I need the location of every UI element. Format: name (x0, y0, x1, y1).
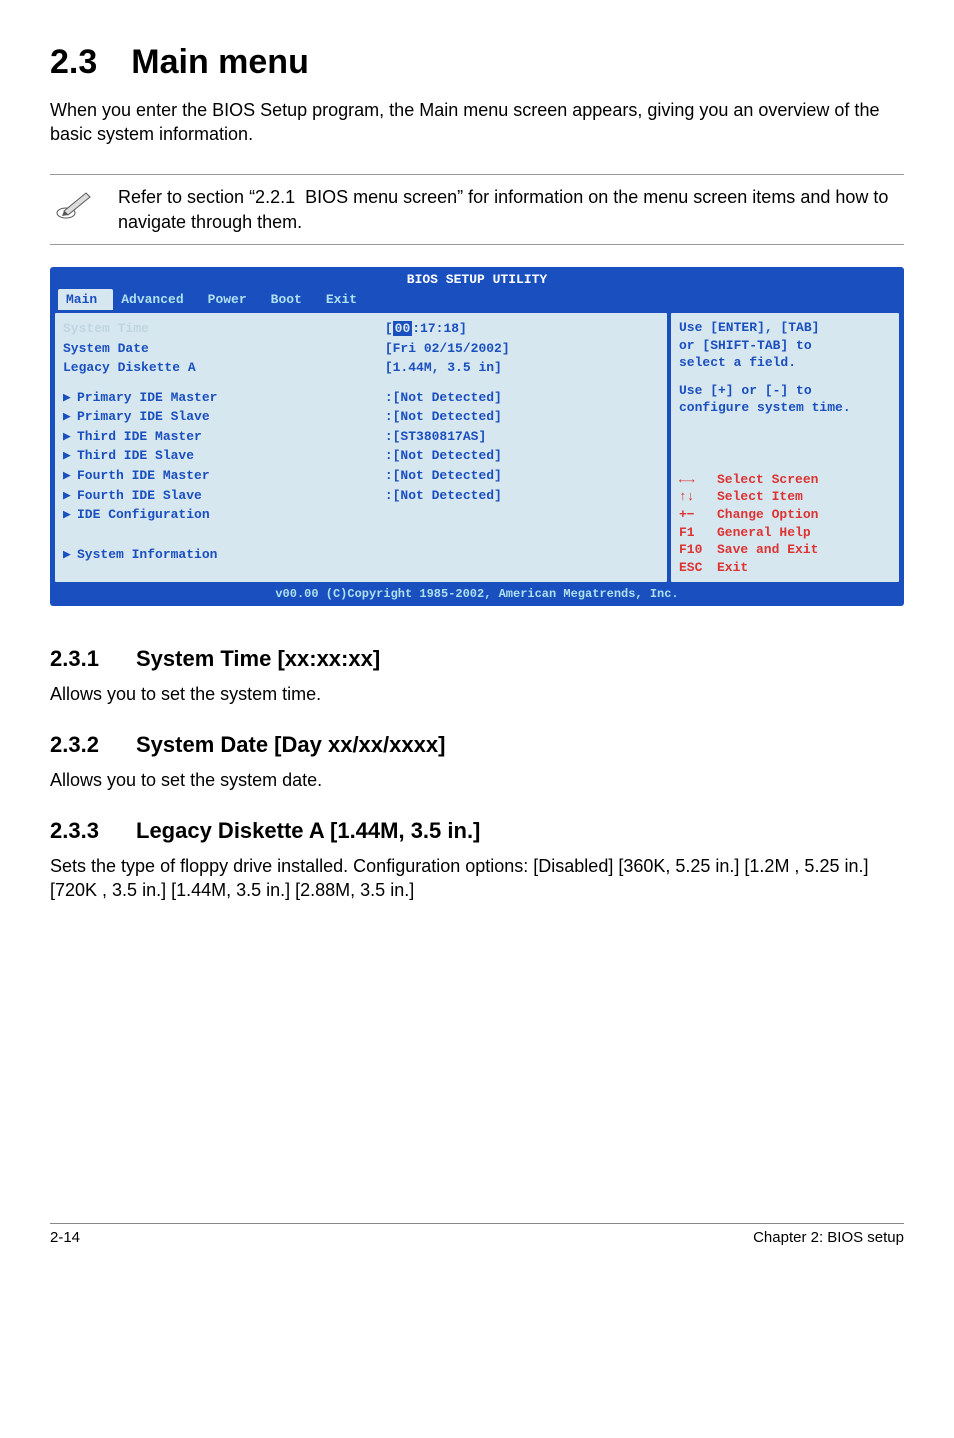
caret-icon: ▶ (63, 389, 77, 407)
bios-screenshot: BIOS SETUP UTILITY Main Advanced Power B… (50, 267, 904, 606)
section-heading: 2.3.1 System Time [xx:xx:xx] (50, 644, 904, 674)
page-title: 2.3 Main menu (50, 40, 904, 86)
bios-help-panel: Use [ENTER], [TAB] or [SHIFT-TAB] to sel… (670, 312, 900, 583)
caret-icon: ▶ (63, 428, 77, 446)
caret-icon: ▶ (63, 447, 77, 465)
caret-icon: ▶ (63, 408, 77, 426)
bios-tabs: Main Advanced Power Boot Exit (52, 289, 902, 313)
bios-header: BIOS SETUP UTILITY (52, 269, 902, 289)
key-esc: ESC (679, 559, 717, 577)
value-fourth-ide-master: :[Not Detected] (385, 467, 659, 485)
key-plus-minus-icon: +− (679, 506, 717, 524)
tab-power[interactable]: Power (200, 289, 263, 311)
value-primary-ide-master: :[Not Detected] (385, 389, 659, 407)
section-title: System Date [Day xx/xx/xxxx] (136, 730, 445, 760)
field-system-date-value[interactable]: [Fri 02/15/2002] (385, 340, 659, 358)
section-number: 2.3.3 (50, 816, 136, 846)
section-heading: 2.3.2 System Date [Day xx/xx/xxxx] (50, 730, 904, 760)
key-exit: Exit (717, 559, 748, 577)
section-number: 2.3.1 (50, 644, 136, 674)
caret-icon: ▶ (63, 506, 77, 524)
field-legacy-diskette-value[interactable]: [1.44M, 3.5 in] (385, 359, 659, 377)
item-fourth-ide-slave[interactable]: Fourth IDE Slave (77, 487, 202, 505)
help-line: Use [+] or [-] to (679, 382, 891, 400)
chapter-label: Chapter 2: BIOS setup (753, 1228, 904, 1248)
key-arrows-ud-icon: ↑↓ (679, 488, 717, 506)
page-footer: 2-14 Chapter 2: BIOS setup (50, 1223, 904, 1248)
field-legacy-diskette-label: Legacy Diskette A (63, 359, 385, 377)
page-number: 2-14 (50, 1228, 80, 1248)
section-body: Allows you to set the system time. (50, 682, 904, 706)
value-fourth-ide-slave: :[Not Detected] (385, 487, 659, 505)
tab-advanced[interactable]: Advanced (113, 289, 199, 311)
tab-exit[interactable]: Exit (318, 289, 373, 311)
key-f1: F1 (679, 524, 717, 542)
note-box: Refer to section “2.2.1 BIOS menu screen… (50, 174, 904, 245)
key-change-option: Change Option (717, 506, 818, 524)
section-title: Legacy Diskette A [1.44M, 3.5 in.] (136, 816, 480, 846)
tab-boot[interactable]: Boot (263, 289, 318, 311)
item-third-ide-slave[interactable]: Third IDE Slave (77, 447, 194, 465)
caret-icon: ▶ (63, 467, 77, 485)
item-third-ide-master[interactable]: Third IDE Master (77, 428, 202, 446)
section-number: 2.3.2 (50, 730, 136, 760)
key-arrows-lr-icon: ←→ (679, 471, 717, 489)
note-text: Refer to section “2.2.1 BIOS menu screen… (110, 185, 904, 234)
bios-copyright: v00.00 (C)Copyright 1985-2002, American … (52, 585, 902, 604)
item-system-information[interactable]: System Information (77, 546, 217, 564)
section-body: Allows you to set the system date. (50, 768, 904, 792)
item-primary-ide-master[interactable]: Primary IDE Master (77, 389, 217, 407)
section-heading: 2.3.3 Legacy Diskette A [1.44M, 3.5 in.] (50, 816, 904, 846)
help-line: configure system time. (679, 399, 891, 417)
bios-main-panel: System Time [00:17:18] System Date [Fri … (54, 312, 668, 583)
tab-main[interactable]: Main (58, 289, 113, 311)
key-save-exit: Save and Exit (717, 541, 818, 559)
caret-icon: ▶ (63, 546, 77, 564)
pencil-icon (50, 185, 110, 226)
field-system-time-value[interactable]: [00:17:18] (385, 320, 659, 338)
item-primary-ide-slave[interactable]: Primary IDE Slave (77, 408, 210, 426)
section-title: System Time [xx:xx:xx] (136, 644, 380, 674)
intro-text: When you enter the BIOS Setup program, t… (50, 98, 904, 147)
key-select-screen: Select Screen (717, 471, 818, 489)
key-f10: F10 (679, 541, 717, 559)
caret-icon: ▶ (63, 487, 77, 505)
bios-key-legend: ←→Select Screen ↑↓Select Item +−Change O… (679, 471, 891, 576)
item-fourth-ide-master[interactable]: Fourth IDE Master (77, 467, 210, 485)
key-select-item: Select Item (717, 488, 803, 506)
help-line: select a field. (679, 354, 891, 372)
section-body: Sets the type of floppy drive installed.… (50, 854, 904, 903)
item-ide-configuration[interactable]: IDE Configuration (77, 506, 210, 524)
value-third-ide-master: :[ST380817AS] (385, 428, 659, 446)
value-third-ide-slave: :[Not Detected] (385, 447, 659, 465)
help-line: or [SHIFT-TAB] to (679, 337, 891, 355)
field-system-time-label: System Time (63, 320, 385, 338)
field-system-date-label: System Date (63, 340, 385, 358)
help-line: Use [ENTER], [TAB] (679, 319, 891, 337)
key-general-help: General Help (717, 524, 811, 542)
value-primary-ide-slave: :[Not Detected] (385, 408, 659, 426)
